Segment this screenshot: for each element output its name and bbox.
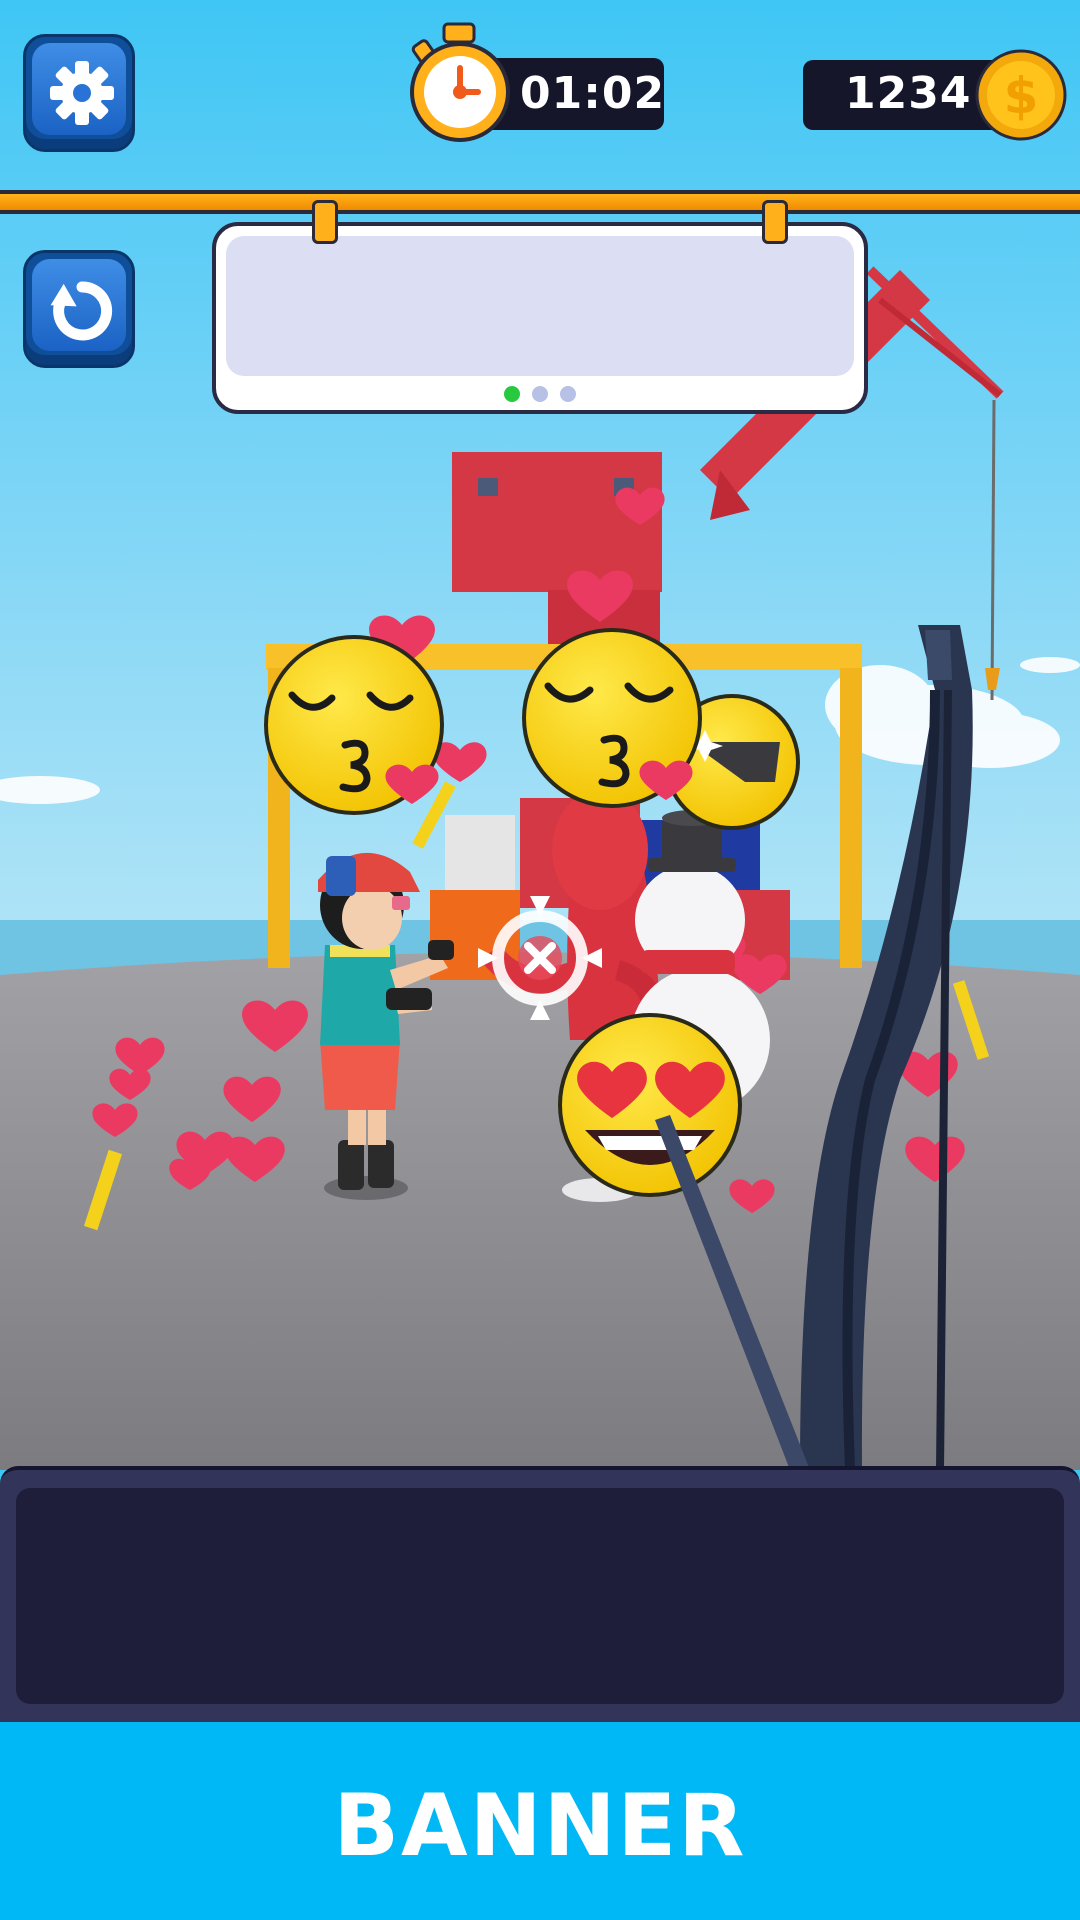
dollar-coin-icon: $ (975, 49, 1067, 141)
banner-label: BANNER (333, 1776, 747, 1876)
coin-counter: 1234 (803, 60, 1003, 130)
page-dot (560, 386, 576, 402)
gear-icon (50, 61, 114, 125)
kissing-emoji-left (264, 635, 444, 815)
bottom-panel-content (16, 1488, 1064, 1704)
timer-value: 01:02 (520, 68, 666, 119)
page-dot-active (504, 386, 520, 402)
page-dot (532, 386, 548, 402)
kissing-emoji-center (522, 628, 702, 808)
ad-banner[interactable]: BANNER (0, 1722, 1080, 1920)
panel-hook-left (312, 200, 338, 244)
panel-hook-right (762, 200, 788, 244)
restart-button[interactable] (23, 250, 135, 368)
bottom-panel (0, 1466, 1080, 1722)
settings-button[interactable] (23, 34, 135, 152)
heart-eyes-emoji (558, 1013, 742, 1197)
stopwatch-icon (410, 22, 510, 142)
restart-icon (50, 281, 113, 341)
coin-value: 1234 (845, 68, 972, 119)
svg-text:$: $ (1004, 67, 1039, 125)
top-rail (0, 190, 1080, 214)
word-panel-content (226, 236, 854, 376)
